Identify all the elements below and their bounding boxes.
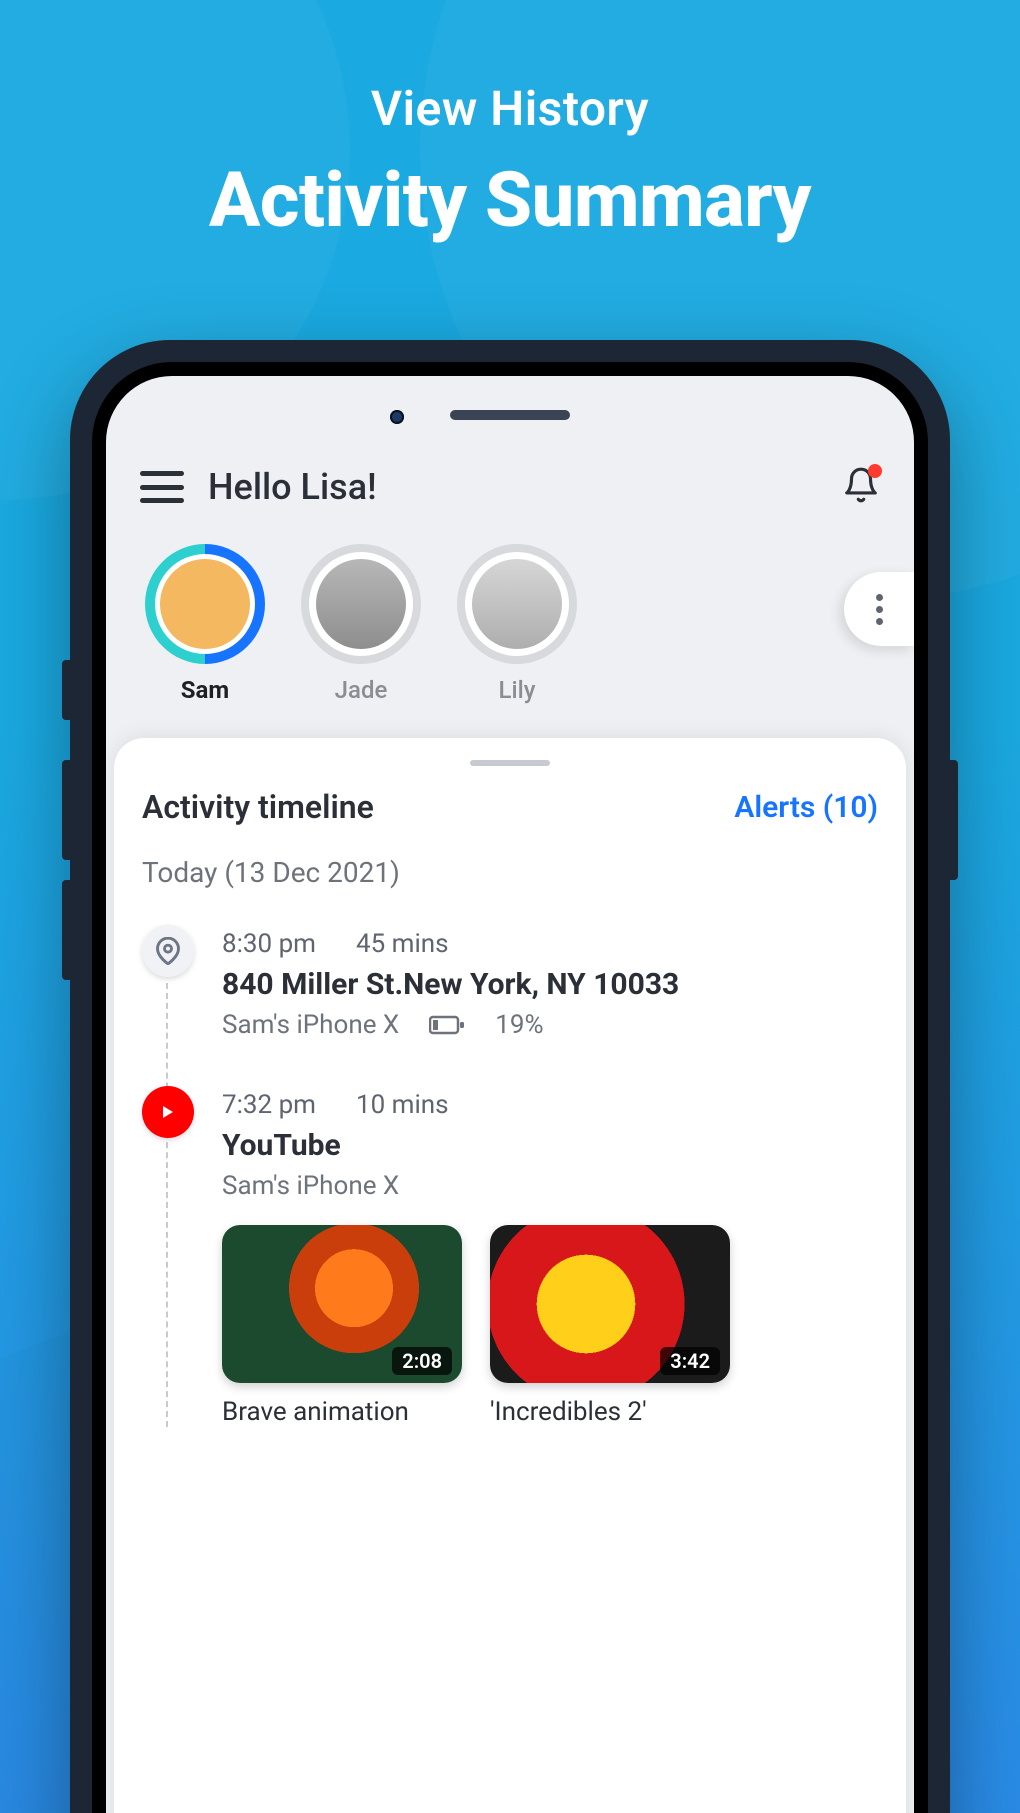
child-jade[interactable]: Jade bbox=[296, 544, 426, 704]
app-header: Hello Lisa! bbox=[106, 466, 914, 518]
alerts-link[interactable]: Alerts (10) bbox=[734, 790, 878, 825]
item-title: YouTube bbox=[222, 1128, 878, 1163]
avatar bbox=[472, 559, 562, 649]
item-title: 840 Miller St.New York, NY 10033 bbox=[222, 967, 878, 1002]
item-time: 8:30 pm bbox=[222, 929, 316, 959]
video-caption: 'Incredibles 2' bbox=[490, 1397, 730, 1427]
item-battery: 19% bbox=[495, 1010, 543, 1040]
thumbnail-image: 3:42 bbox=[490, 1225, 730, 1383]
child-name: Jade bbox=[335, 676, 388, 704]
timeline-item-location[interactable]: 8:30 pm 45 mins 840 Miller St.New York, … bbox=[222, 929, 878, 1040]
child-name: Lily bbox=[499, 676, 536, 704]
item-device: Sam's iPhone X bbox=[222, 1010, 399, 1040]
drag-handle[interactable] bbox=[470, 760, 550, 766]
children-row: Sam Jade Lily bbox=[106, 518, 914, 722]
youtube-icon bbox=[142, 1086, 194, 1138]
timeline-card: Activity timeline Alerts (10) Today (13 … bbox=[114, 738, 906, 1813]
more-vertical-icon bbox=[876, 589, 883, 630]
video-duration: 2:08 bbox=[392, 1347, 452, 1375]
phone-speaker bbox=[450, 410, 570, 420]
avatar bbox=[160, 559, 250, 649]
battery-icon bbox=[429, 1014, 465, 1036]
menu-icon[interactable] bbox=[140, 471, 184, 503]
notifications-button[interactable] bbox=[842, 466, 880, 508]
timeline-item-youtube[interactable]: 7:32 pm 10 mins YouTube Sam's iPhone X 2… bbox=[222, 1090, 878, 1427]
video-duration: 3:42 bbox=[660, 1347, 720, 1375]
notification-dot bbox=[868, 464, 882, 478]
video-thumbnails: 2:08 Brave animation 3:42 'Incredibles 2… bbox=[222, 1225, 878, 1427]
item-duration: 45 mins bbox=[356, 929, 449, 959]
child-lily[interactable]: Lily bbox=[452, 544, 582, 704]
child-sam[interactable]: Sam bbox=[140, 544, 270, 704]
phone-frame: Hello Lisa! Sam Jade bbox=[70, 340, 950, 1813]
video-caption: Brave animation bbox=[222, 1397, 462, 1427]
video-thumb[interactable]: 2:08 Brave animation bbox=[222, 1225, 462, 1427]
more-children-button[interactable] bbox=[844, 572, 914, 646]
location-pin-icon bbox=[142, 925, 194, 977]
child-name: Sam bbox=[181, 676, 229, 704]
item-device: Sam's iPhone X bbox=[222, 1171, 399, 1201]
item-duration: 10 mins bbox=[356, 1090, 449, 1120]
avatar bbox=[316, 559, 406, 649]
timeline-title: Activity timeline bbox=[142, 788, 374, 826]
timeline-list: 8:30 pm 45 mins 840 Miller St.New York, … bbox=[142, 929, 878, 1427]
item-time: 7:32 pm bbox=[222, 1090, 316, 1120]
thumbnail-image: 2:08 bbox=[222, 1225, 462, 1383]
timeline-date: Today (13 Dec 2021) bbox=[142, 856, 878, 889]
app-screen: Hello Lisa! Sam Jade bbox=[106, 376, 914, 1813]
video-thumb[interactable]: 3:42 'Incredibles 2' bbox=[490, 1225, 730, 1427]
phone-camera bbox=[390, 410, 404, 424]
greeting-text: Hello Lisa! bbox=[208, 466, 377, 508]
